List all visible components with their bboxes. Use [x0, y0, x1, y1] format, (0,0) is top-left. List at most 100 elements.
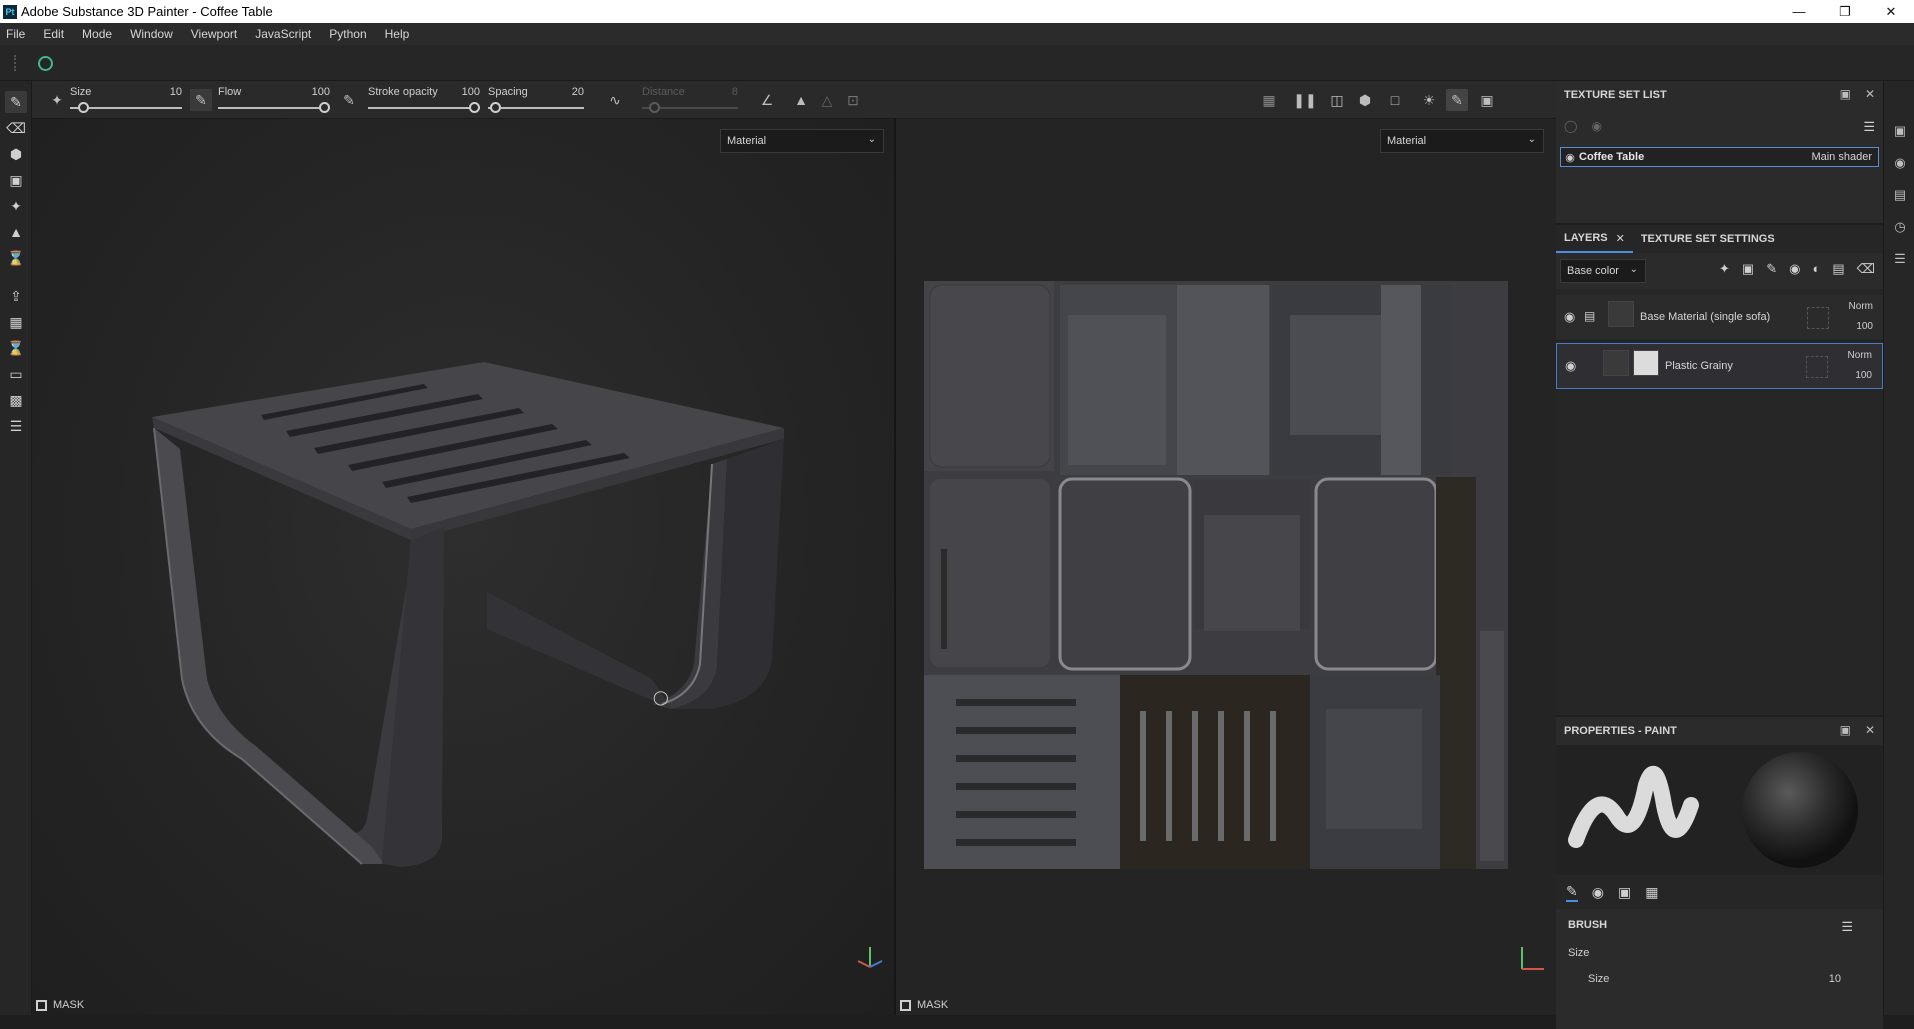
channel-select[interactable]: Base color ⌄	[1560, 259, 1646, 283]
stroke-opacity-slider[interactable]: Stroke opacity 100	[368, 84, 480, 116]
menu-edit[interactable]: Edit	[43, 27, 64, 41]
menu-python[interactable]: Python	[329, 27, 366, 41]
menu-file[interactable]: File	[6, 27, 25, 41]
float-panel-icon[interactable]: ▣	[1840, 723, 1851, 737]
flow-slider[interactable]: Flow 100	[218, 84, 330, 116]
3d-view-icon[interactable]: ⬢	[1354, 89, 1376, 111]
paint-brush-icon[interactable]: ✎	[5, 91, 27, 113]
paint-mode-icon[interactable]: ✎	[1446, 89, 1468, 111]
menu-javascript[interactable]: JavaScript	[255, 27, 311, 41]
clone-stamp-icon[interactable]: ▲	[5, 221, 27, 243]
close-panel-icon[interactable]: ✕	[1865, 723, 1875, 737]
camera-icon[interactable]: □	[1384, 89, 1406, 111]
layer-row[interactable]: ◉ ▤ Base Material (single sofa) Norm 100	[1556, 295, 1883, 341]
layers-tabs: LAYERS ✕ TEXTURE SET SETTINGS	[1556, 225, 1883, 253]
checkbox-icon	[36, 999, 47, 1011]
add-paint-layer-icon[interactable]: ✎	[1766, 261, 1777, 277]
export-icon[interactable]: ⇪	[5, 285, 27, 307]
disabled-tool-icon: ▭	[9, 365, 23, 382]
viewport-3d-mask-toggle[interactable]: MASK	[36, 999, 84, 1011]
projection-icon[interactable]: ⬢	[5, 143, 27, 165]
viewport-3d[interactable]: Material ⌄ ◯ MASK	[32, 119, 894, 1015]
material-tab-icon[interactable]: ▦	[1645, 884, 1658, 901]
maximize-button[interactable]: ❐	[1822, 0, 1868, 23]
stroke-opacity-knob[interactable]	[469, 102, 480, 113]
eye-icon[interactable]: ◉	[1591, 119, 1601, 133]
minimize-button[interactable]: —	[1776, 0, 1822, 23]
opacity-value[interactable]: 100	[1855, 370, 1872, 381]
uv-texture-map	[924, 281, 1508, 869]
lazy-mouse-icon[interactable]: ∿	[604, 89, 626, 111]
eraser-icon[interactable]: ⌫	[5, 117, 27, 139]
smudge-icon[interactable]: ✦	[5, 195, 27, 217]
viewport-2d-mask-toggle[interactable]: MASK	[900, 999, 948, 1011]
symmetry-icon[interactable]: ▲	[790, 89, 812, 111]
close-window-button[interactable]: ✕	[1868, 0, 1914, 23]
add-mask-icon[interactable]: ▣	[1742, 261, 1754, 277]
assets-icon[interactable]: ▤	[1890, 185, 1910, 205]
eye-icon[interactable]: ◉	[1561, 151, 1579, 164]
eye-icon[interactable]: ◉	[1565, 358, 1576, 374]
add-fill-layer-icon[interactable]: ◉	[1789, 261, 1800, 277]
delete-layer-icon[interactable]: ⌫	[1857, 261, 1875, 277]
environment-icon[interactable]: ☀	[1418, 89, 1440, 111]
menu-icon[interactable]: ☰	[1863, 119, 1875, 135]
split-view-icon[interactable]: ◫	[1326, 89, 1348, 111]
brush-tab-icon[interactable]: ✎	[1566, 883, 1578, 902]
layers-panel: LAYERS ✕ TEXTURE SET SETTINGS Base color…	[1556, 225, 1883, 715]
angle-icon[interactable]: ∠	[756, 89, 778, 111]
history-icon[interactable]: ◷	[1890, 217, 1910, 237]
brush-alignment-icon[interactable]: ✦	[46, 89, 68, 111]
spacing-slider-knob[interactable]	[490, 102, 501, 113]
tab-texture-set-settings[interactable]: TEXTURE SET SETTINGS	[1633, 225, 1783, 253]
menu-mode[interactable]: Mode	[82, 27, 112, 41]
close-panel-icon[interactable]: ✕	[1865, 87, 1875, 101]
spacing-slider[interactable]: Spacing 20	[488, 84, 584, 116]
size-property-row[interactable]: Size 10	[1588, 973, 1871, 985]
add-effect-icon[interactable]: ✦	[1719, 261, 1730, 277]
flow-pen-pressure-icon[interactable]: ✎	[338, 89, 360, 111]
menu-icon[interactable]: ☰	[1841, 919, 1853, 935]
hide-ui-icon[interactable]: ▦	[1258, 89, 1280, 111]
display-settings-icon[interactable]: ▣	[1890, 121, 1910, 141]
pause-icon[interactable]: ❚❚	[1293, 89, 1316, 111]
uv-axis-gizmo	[1521, 947, 1544, 970]
properties-panel: PROPERTIES - PAINT ▣ ✕ ✎ ◉ ▣ ▦ BRUSH ☰ S…	[1556, 717, 1883, 1029]
alpha-tab-icon[interactable]: ◉	[1592, 884, 1604, 901]
log-icon[interactable]: ☰	[1890, 249, 1910, 269]
hourglass-icon[interactable]: ⌛	[5, 337, 27, 359]
flow-slider-knob[interactable]	[319, 102, 330, 113]
geometry-fill-icon[interactable]: ▣	[5, 169, 27, 191]
tab-layers[interactable]: LAYERS ✕	[1556, 225, 1633, 253]
toolbar-grip[interactable]	[14, 55, 16, 71]
blend-mode-select[interactable]: Norm	[1849, 301, 1873, 312]
eye-icon[interactable]: ◉	[1564, 309, 1575, 325]
render-icon[interactable]: ▩	[5, 389, 27, 411]
viewport-2d[interactable]: Material ⌄ MASK	[896, 119, 1556, 1015]
menu-window[interactable]: Window	[130, 27, 173, 41]
size-slider-knob[interactable]	[78, 102, 89, 113]
menu-viewport[interactable]: Viewport	[191, 27, 237, 41]
screenshot-icon[interactable]: ▣	[1476, 89, 1498, 111]
crop-icon[interactable]: ⊡	[842, 89, 864, 111]
float-panel-icon[interactable]: ▣	[1840, 87, 1851, 101]
stencil-tab-icon[interactable]: ▣	[1618, 884, 1631, 901]
stack-icon[interactable]: ☰	[5, 415, 27, 437]
color-picker-icon[interactable]: ⌛	[5, 247, 27, 269]
mask-slot[interactable]	[1806, 356, 1828, 378]
link-icon[interactable]: ◯	[1564, 119, 1577, 133]
size-pen-pressure-icon[interactable]: ✎	[190, 89, 212, 111]
close-tab-icon[interactable]: ✕	[1616, 232, 1625, 245]
menu-help[interactable]: Help	[385, 27, 410, 41]
blend-mode-select[interactable]: Norm	[1848, 350, 1872, 361]
texture-set-row[interactable]: ◉ Coffee Table Main shader	[1560, 147, 1879, 167]
bake-icon[interactable]: ▦	[5, 311, 27, 333]
opacity-value[interactable]: 100	[1856, 321, 1873, 332]
brush-section: BRUSH ☰ Size Size 10	[1556, 909, 1883, 1029]
mask-slot[interactable]	[1807, 307, 1829, 329]
shader-settings-icon[interactable]: ◉	[1890, 153, 1910, 173]
layer-row-selected[interactable]: ◉ Plastic Grainy Norm 100	[1556, 343, 1883, 389]
size-slider[interactable]: Size 10	[70, 84, 182, 116]
smart-material-icon[interactable]: ◐	[1812, 261, 1820, 277]
add-folder-icon[interactable]: ▤	[1832, 261, 1844, 277]
